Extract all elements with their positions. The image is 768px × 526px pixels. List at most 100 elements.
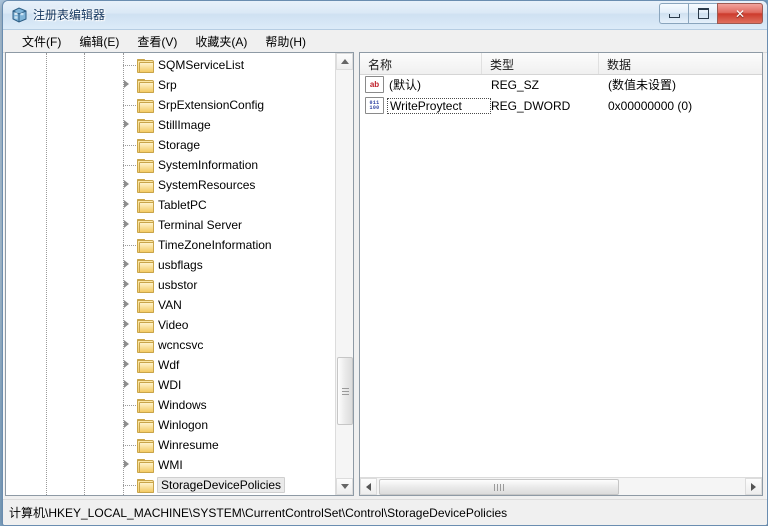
tree-item-srpextensionconfig[interactable]: SrpExtensionConfig (6, 95, 336, 115)
tree-item-tabletpc[interactable]: TabletPC (6, 195, 336, 215)
tree-connector (123, 65, 136, 66)
tree-item-wcncsvc[interactable]: wcncsvc (6, 335, 336, 355)
scroll-thumb-horizontal[interactable] (379, 479, 619, 495)
expand-arrow-icon[interactable] (124, 460, 129, 468)
tree-connector (123, 165, 136, 166)
menu-bar: 文件(F) 编辑(E) 查看(V) 收藏夹(A) 帮助(H) (3, 30, 767, 53)
status-path: 计算机\HKEY_LOCAL_MACHINE\SYSTEM\CurrentCon… (9, 506, 508, 520)
tree-item-timezoneinformation[interactable]: TimeZoneInformation (6, 235, 336, 255)
scroll-thumb-vertical[interactable] (337, 357, 353, 425)
folder-icon (137, 78, 154, 93)
folder-icon (137, 238, 154, 253)
column-header-data[interactable]: 数据 (599, 53, 762, 74)
column-header-name[interactable]: 名称 (360, 53, 482, 74)
tree-item-label: StillImage (158, 118, 211, 132)
main-content: SQMServiceList Srp SrpExtensionConfig Still… (5, 52, 763, 496)
tree-item-van[interactable]: VAN (6, 295, 336, 315)
folder-icon (137, 438, 154, 453)
tree-item-video[interactable]: Video (6, 315, 336, 335)
folder-icon (137, 258, 154, 273)
tree-item-windows[interactable]: Windows (6, 395, 336, 415)
expand-arrow-icon[interactable] (124, 80, 129, 88)
registry-values-pane: 名称 类型 数据 ab (默认) REG_SZ (数值未设置) 011 100 (359, 52, 763, 496)
tree-item-terminal-server[interactable]: Terminal Server (6, 215, 336, 235)
close-button[interactable]: ✕ (717, 3, 763, 24)
chevron-down-icon (340, 484, 349, 489)
menu-file[interactable]: 文件(F) (13, 31, 70, 52)
value-name: WriteProytect (387, 97, 491, 114)
window-controls: ✕ (659, 3, 763, 24)
tree-item-label: WDI (158, 378, 182, 392)
tree-vertical-scrollbar[interactable] (335, 53, 353, 495)
tree-item-label: SystemInformation (158, 158, 259, 172)
tree-item-wdi[interactable]: WDI (6, 375, 336, 395)
scroll-up-button[interactable] (336, 53, 353, 70)
chevron-up-icon (340, 59, 349, 64)
folder-icon (137, 178, 154, 193)
tree-connector (123, 105, 136, 106)
tree-row-list: SQMServiceList Srp SrpExtensionConfig Still… (6, 53, 336, 495)
folder-icon (137, 318, 154, 333)
tree-item-usbflags[interactable]: usbflags (6, 255, 336, 275)
maximize-button[interactable] (688, 3, 717, 24)
tree-item-storage[interactable]: Storage (6, 135, 336, 155)
scroll-right-button[interactable] (745, 478, 762, 495)
tree-item-winlogon[interactable]: Winlogon (6, 415, 336, 435)
menu-help[interactable]: 帮助(H) (256, 31, 315, 52)
status-bar: 计算机\HKEY_LOCAL_MACHINE\SYSTEM\CurrentCon… (3, 499, 767, 525)
tree-item-stillimage[interactable]: StillImage (6, 115, 336, 135)
expand-arrow-icon[interactable] (124, 360, 129, 368)
table-row[interactable]: 011 100 WriteProytect REG_DWORD 0x000000… (360, 95, 762, 116)
expand-arrow-icon[interactable] (124, 420, 129, 428)
tree-item-label: Srp (158, 78, 177, 92)
tree-item-label: wcncsvc (158, 338, 204, 352)
tree-item-label: Winresume (158, 438, 219, 452)
title-bar[interactable]: 注册表编辑器 ✕ (3, 1, 767, 30)
tree-item-usbstor[interactable]: usbstor (6, 275, 336, 295)
value-data: 0x00000000 (0) (608, 98, 693, 113)
registry-editor-icon (12, 7, 27, 23)
expand-arrow-icon[interactable] (124, 320, 129, 328)
tree-connector (123, 445, 136, 446)
list-header: 名称 类型 数据 (360, 53, 762, 75)
minimize-button[interactable] (659, 3, 688, 24)
list-horizontal-scrollbar[interactable] (360, 477, 762, 495)
expand-arrow-icon[interactable] (124, 200, 129, 208)
tree-item-systemresources[interactable]: SystemResources (6, 175, 336, 195)
registry-tree-pane: SQMServiceList Srp SrpExtensionConfig Still… (5, 52, 354, 496)
folder-icon (137, 298, 154, 313)
value-name: (默认) (389, 78, 421, 92)
window-title: 注册表编辑器 (33, 8, 106, 22)
expand-arrow-icon[interactable] (124, 380, 129, 388)
folder-icon (137, 158, 154, 173)
expand-arrow-icon[interactable] (124, 220, 129, 228)
expand-arrow-icon[interactable] (124, 260, 129, 268)
tree-item-wmi[interactable]: WMI (6, 455, 336, 475)
tree-item-srp[interactable]: Srp (6, 75, 336, 95)
menu-edit[interactable]: 编辑(E) (70, 31, 128, 52)
column-header-type[interactable]: 类型 (482, 53, 599, 74)
tree-item-wdf[interactable]: Wdf (6, 355, 336, 375)
list-body: ab (默认) REG_SZ (数值未设置) 011 100 WriteProy… (360, 74, 762, 477)
menu-view[interactable]: 查看(V) (128, 31, 186, 52)
tree-item-systeminformation[interactable]: SystemInformation (6, 155, 336, 175)
value-type: REG_DWORD (491, 98, 571, 113)
registry-tree[interactable]: SQMServiceList Srp SrpExtensionConfig Still… (6, 53, 336, 495)
expand-arrow-icon[interactable] (124, 280, 129, 288)
folder-icon (137, 98, 154, 113)
tree-item-winresume[interactable]: Winresume (6, 435, 336, 455)
expand-arrow-icon[interactable] (124, 120, 129, 128)
menu-favorites[interactable]: 收藏夹(A) (186, 31, 256, 52)
expand-arrow-icon[interactable] (124, 340, 129, 348)
scroll-left-button[interactable] (360, 478, 377, 495)
scroll-down-button[interactable] (336, 478, 353, 495)
folder-icon (137, 338, 154, 353)
tree-item-label: SystemResources (158, 178, 256, 192)
tree-item-storagedevicepolicies[interactable]: StorageDevicePolicies (6, 475, 336, 495)
tree-connector (123, 405, 136, 406)
tree-item-label: VAN (158, 298, 182, 312)
expand-arrow-icon[interactable] (124, 180, 129, 188)
table-row[interactable]: ab (默认) REG_SZ (数值未设置) (360, 74, 762, 95)
expand-arrow-icon[interactable] (124, 300, 129, 308)
tree-item-sqmservicelist[interactable]: SQMServiceList (6, 55, 336, 75)
